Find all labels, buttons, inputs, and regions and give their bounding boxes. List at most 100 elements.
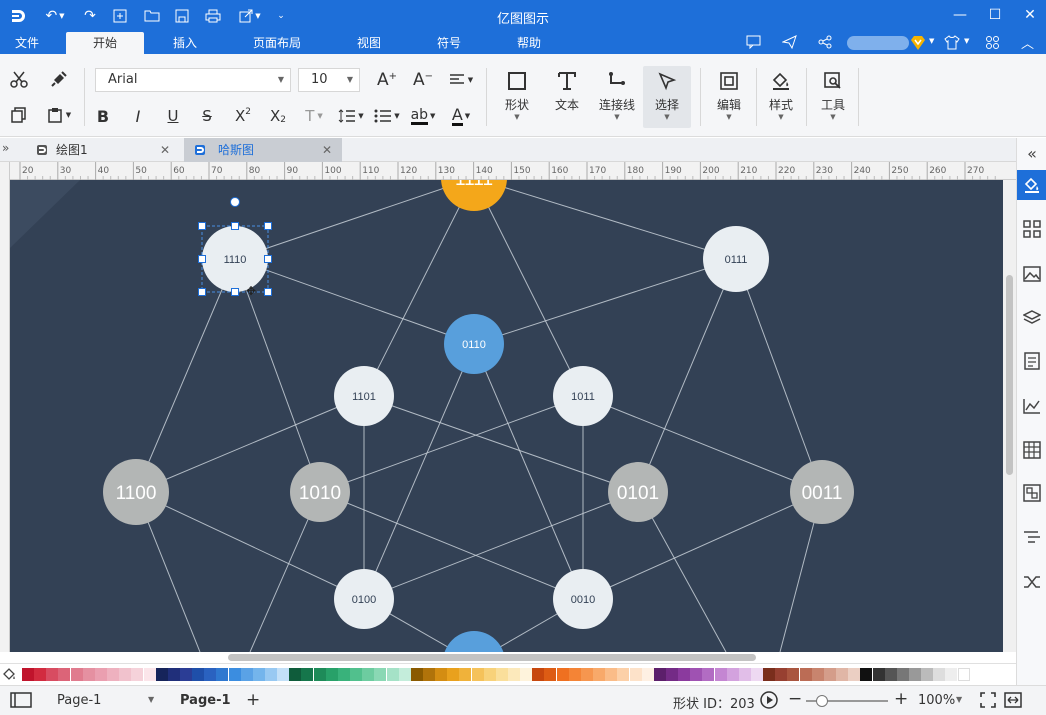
color-swatch[interactable] [799,668,812,681]
color-swatch[interactable] [58,668,71,681]
color-swatch[interactable] [860,668,873,681]
color-swatch[interactable] [46,668,59,681]
apps-icon[interactable] [985,35,1000,53]
color-swatch[interactable] [933,668,946,681]
close-tab-icon[interactable]: ✕ [322,138,332,162]
hasse-node-1111[interactable]: 1111 [441,180,507,211]
layers-icon[interactable] [1017,303,1046,333]
menu-file[interactable]: 文件 [0,32,54,54]
diagram-edge[interactable] [735,258,823,493]
color-swatch[interactable] [532,668,545,681]
color-swatch[interactable] [82,668,95,681]
color-swatch[interactable] [556,668,569,681]
hasse-node-0100[interactable]: 0100 [334,569,394,629]
color-swatch[interactable] [398,668,411,681]
collapse-panel-icon[interactable]: « [1017,138,1046,168]
font-color-icon[interactable]: A ▼ [446,104,476,128]
chevron-down-icon[interactable]: ▼ [956,695,962,704]
color-swatch[interactable] [714,668,727,681]
diagram-edge[interactable] [474,180,737,260]
connector-tool-button[interactable]: 连接线 ▼ [593,66,641,128]
copy-icon[interactable] [8,104,30,126]
menu-help[interactable]: 帮助 [502,32,556,54]
color-swatch[interactable] [277,668,290,681]
bullet-list-icon[interactable]: ▼ [372,104,402,128]
maximize-icon[interactable]: ☐ [983,4,1007,26]
zoom-out-button[interactable]: − [788,689,802,709]
hasse-node-1011[interactable]: 1011 [553,366,613,426]
color-swatch[interactable] [34,668,47,681]
fill-icon[interactable] [1017,170,1046,200]
account-dropdown-icon[interactable]: ▼ [929,37,934,45]
resize-handle[interactable] [231,288,239,296]
color-swatch[interactable] [544,668,557,681]
select-tool-button[interactable]: 选择 ▼ [643,66,691,128]
diagram-edge[interactable] [234,180,474,260]
page-icon[interactable] [1017,346,1046,376]
decrease-font-icon[interactable]: A − [412,68,434,92]
font-family-select[interactable]: Arial ▼ [95,68,291,92]
color-swatch[interactable] [945,668,958,681]
resize-handle[interactable] [198,255,206,263]
hasse-node-bottom[interactable] [443,631,505,652]
color-swatch[interactable] [836,668,849,681]
paste-icon[interactable]: ▼ [44,104,74,126]
line-spacing-icon[interactable]: ▼ [336,104,366,128]
diagram-edge[interactable] [473,258,737,345]
color-swatch[interactable] [204,668,217,681]
color-swatch[interactable] [447,668,460,681]
color-swatch[interactable] [568,668,581,681]
page-tab[interactable]: Page-1 [180,693,231,708]
color-swatch[interactable] [678,668,691,681]
play-icon[interactable] [760,691,778,713]
color-swatch[interactable] [702,668,715,681]
color-swatch[interactable] [350,668,363,681]
resize-handle[interactable] [264,288,272,296]
tools-button[interactable]: 工具 ▼ [809,66,857,128]
color-swatch[interactable] [265,668,277,681]
node-circle[interactable] [443,631,505,652]
color-swatch[interactable] [690,668,703,681]
hasse-node-0110[interactable]: 0110 [444,314,504,374]
color-swatch[interactable] [617,668,630,681]
strikethrough-icon[interactable]: S [196,104,218,128]
format-painter-icon[interactable] [48,68,70,90]
color-swatch[interactable] [787,668,800,681]
vertical-scrollbar[interactable] [1003,180,1016,652]
hasse-node-1110[interactable]: 1110 [202,226,268,292]
align-icon[interactable]: ▼ [446,68,476,92]
color-swatch[interactable] [653,668,666,681]
rotate-handle[interactable] [230,197,240,207]
vertical-scroll-thumb[interactable] [1006,275,1013,475]
color-swatch[interactable] [386,668,399,681]
font-size-select[interactable]: 10 ▼ [298,68,360,92]
color-swatch[interactable] [107,668,120,681]
color-swatch[interactable] [131,668,144,681]
zoom-in-button[interactable]: + [894,689,908,709]
zoom-level[interactable]: 100% [918,693,955,708]
comment-icon[interactable] [746,35,761,53]
color-swatch[interactable] [192,668,205,681]
horizontal-scroll-thumb[interactable] [228,654,756,661]
hasse-node-1100[interactable]: 1100 [103,459,169,525]
color-swatch[interactable] [593,668,606,681]
fullscreen-icon[interactable] [980,692,996,712]
color-swatch[interactable] [119,668,132,681]
menu-insert[interactable]: 插入 [158,32,212,54]
color-swatch[interactable] [410,668,423,681]
close-icon[interactable]: ✕ [1018,4,1042,26]
color-swatch[interactable] [94,668,107,681]
skin-dropdown-icon[interactable]: ▼ [964,37,969,45]
color-swatch[interactable] [908,668,921,681]
page-view-icon[interactable] [10,692,32,712]
color-swatch[interactable] [483,668,496,681]
hasse-node-0010[interactable]: 0010 [553,569,613,629]
color-swatch[interactable] [823,668,836,681]
color-swatch[interactable] [665,668,678,681]
library-icon[interactable] [1017,214,1046,244]
hasse-node-1010[interactable]: 1010 [290,462,350,522]
close-tab-icon[interactable]: ✕ [160,138,170,162]
color-swatch[interactable] [605,668,618,681]
color-swatch[interactable] [896,668,909,681]
send-icon[interactable] [781,35,797,53]
